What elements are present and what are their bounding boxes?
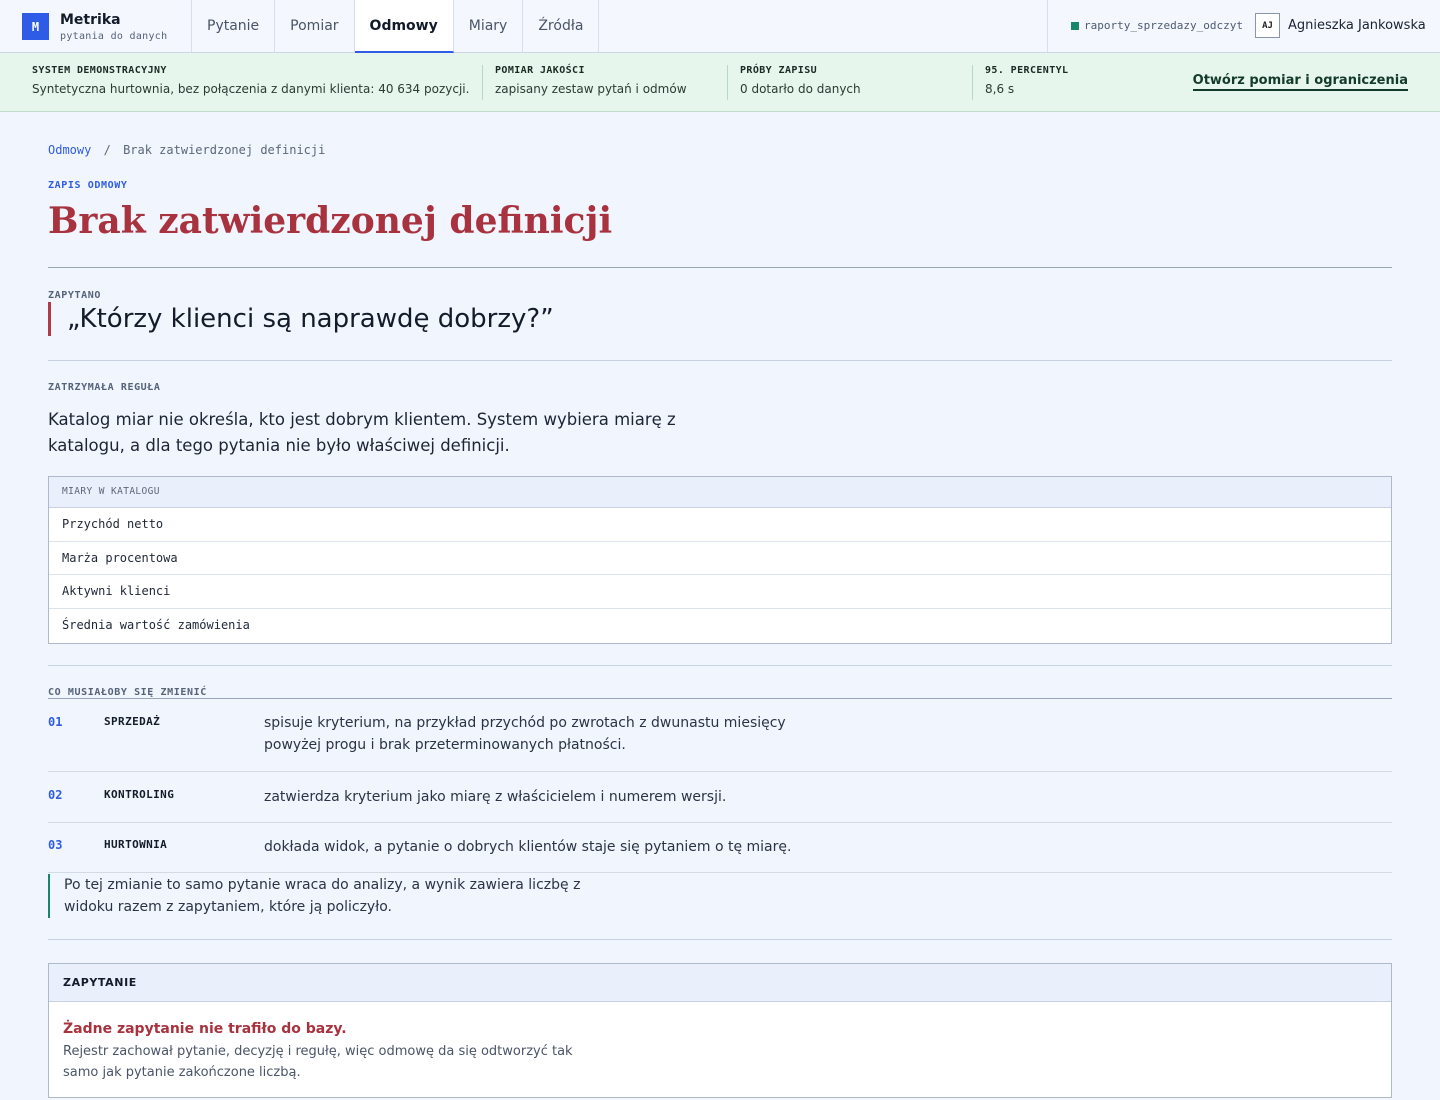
status-label: SYSTEM DEMONSTRACYJNY [32,65,167,76]
query-panel: ZAPYTANIE Żadne zapytanie nie trafiło do… [48,963,1392,1098]
change-outcome-note: Po tej zmianie to samo pytanie wraca do … [48,874,588,918]
connection-status-icon [1071,22,1079,30]
tab-zrodla[interactable]: Źródła [523,0,600,52]
catalog-item[interactable]: Średnia wartość zamówienia [49,609,1391,643]
step-text: dokłada widok, a pytanie o dobrych klien… [264,839,792,855]
changes-label: CO MUSIAŁOBY SIĘ ZMIENIĆ [48,687,207,698]
status-value: 0 dotarło do danych [740,82,861,96]
asked-label: ZAPYTANO [48,290,101,301]
status-item-percentile: 95. PERCENTYL 8,6 s [972,65,1068,100]
user-name[interactable]: Agnieszka Jankowska [1288,18,1426,33]
breadcrumb-separator: / [103,143,111,157]
main-tabs: Pytanie Pomiar Odmowy Miary Źródła [192,0,600,53]
catalog-item[interactable]: Aktywni klienci [49,575,1391,610]
change-step: 01 SPRZEDAŻ spisuje kryterium, na przykł… [48,698,1392,772]
breadcrumb-parent-link[interactable]: Odmowy [48,143,91,157]
step-owner: HURTOWNIA [104,838,168,851]
divider [48,360,1392,361]
open-measurement-link[interactable]: Otwórz pomiar i ograniczenia [1192,73,1408,91]
stopping-rule-label: ZATRZYMAŁA REGUŁA [48,382,161,393]
status-value: 8,6 s [985,82,1015,96]
record-eyebrow: ZAPIS ODMOWY [48,180,128,191]
tab-pomiar[interactable]: Pomiar [275,0,355,52]
brand[interactable]: M Metrika pytania do danych [0,0,192,52]
query-status-title: Żadne zapytanie nie trafiło do bazy. [63,1021,347,1037]
step-number: 02 [48,788,63,802]
user-area: raporty_sprzedazy_odczyt AJ Agnieszka Ja… [1047,0,1440,52]
tab-pytanie[interactable]: Pytanie [192,0,276,52]
step-owner: SPRZEDAŻ [104,715,161,728]
step-number: 01 [48,715,63,729]
step-owner: KONTROLING [104,788,175,801]
app-name: Metrika [60,12,121,28]
catalog-item[interactable]: Przychód netto [49,508,1391,542]
demo-status-strip: SYSTEM DEMONSTRACYJNY Syntetyczna hurtow… [0,53,1440,112]
app-tagline: pytania do danych [60,31,168,42]
stopping-rule-text: Katalog miar nie określa, kto jest dobry… [48,410,676,455]
top-navigation-bar: M Metrika pytania do danych Pytanie Pomi… [0,0,1440,53]
avatar[interactable]: AJ [1255,13,1280,38]
asked-question: „Którzy klienci są naprawdę dobrzy?” [48,302,554,336]
app-logo-icon: M [22,13,49,40]
status-item-write-attempts: PRÓBY ZAPISU 0 dotarło do danych [727,65,861,100]
divider [48,665,1392,666]
tab-odmowy[interactable]: Odmowy [354,0,454,53]
status-value: Syntetyczna hurtownia, bez połączenia z … [32,82,470,96]
status-label: PRÓBY ZAPISU [740,65,818,76]
step-number: 03 [48,838,63,852]
change-steps: 01 SPRZEDAŻ spisuje kryterium, na przykł… [48,698,1392,873]
catalog-item[interactable]: Marża procentowa [49,542,1391,576]
measure-catalog: MIARY W KATALOGU Przychód netto Marża pr… [48,476,1392,644]
change-step: 02 KONTROLING zatwierdza kryterium jako … [48,772,1392,823]
change-step: 03 HURTOWNIA dokłada widok, a pytanie o … [48,823,1392,873]
breadcrumb-current: Brak zatwierdzonej definicji [123,143,326,157]
catalog-header: MIARY W KATALOGU [49,477,1391,508]
query-description: Rejestr zachował pytanie, decyzję i regu… [63,1044,573,1080]
query-header: ZAPYTANIE [49,964,1391,1002]
breadcrumb: Odmowy / Brak zatwierdzonej definicji [48,143,325,157]
step-text: spisuje kryterium, na przykład przychód … [264,715,786,753]
status-item-system: SYSTEM DEMONSTRACYJNY Syntetyczna hurtow… [32,65,469,100]
page-title: Brak zatwierdzonej definicji [48,200,613,242]
divider [48,267,1392,268]
status-label: 95. PERCENTYL [985,65,1069,76]
tab-miary[interactable]: Miary [454,0,524,52]
status-item-quality: POMIAR JAKOŚCI zapisany zestaw pytań i o… [482,65,687,100]
status-value: zapisany zestaw pytań i odmów [495,82,687,96]
status-label: POMIAR JAKOŚCI [495,65,585,76]
step-text: zatwierdza kryterium jako miarę z właści… [264,789,727,805]
divider [48,939,1392,940]
connection-name[interactable]: raporty_sprzedazy_odczyt [1084,19,1243,32]
